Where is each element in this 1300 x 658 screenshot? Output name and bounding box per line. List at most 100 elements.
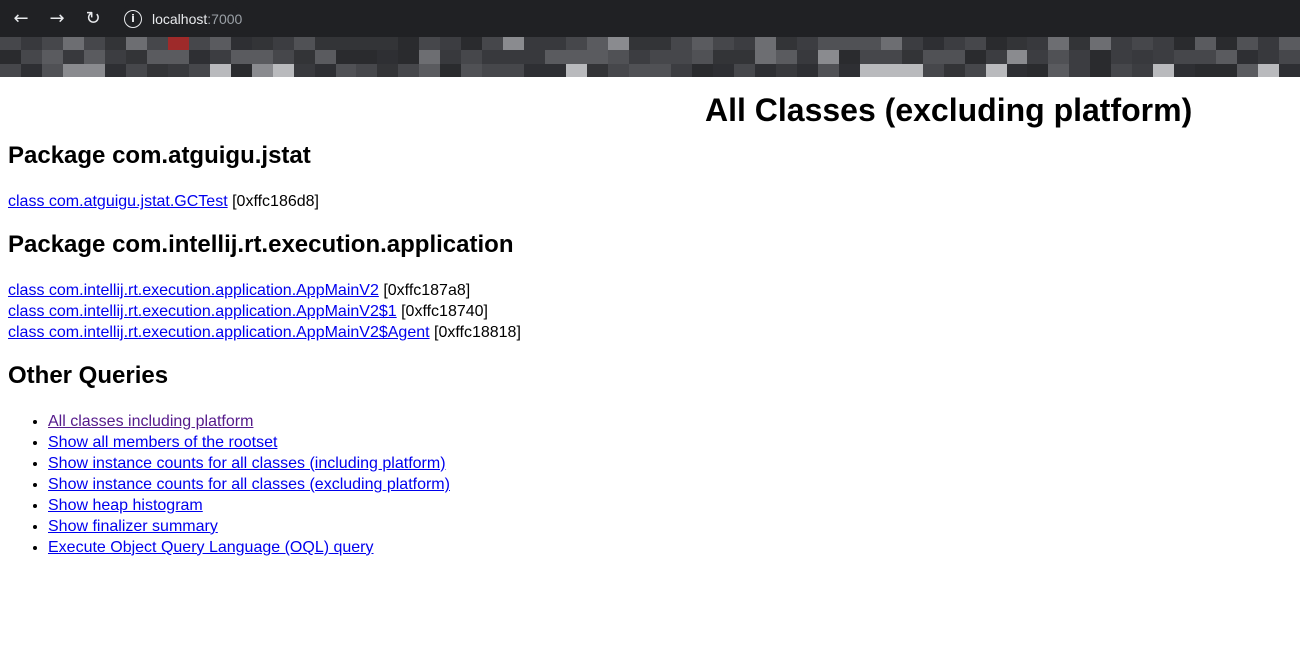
- bookmark-blur-block: [419, 37, 441, 77]
- bookmark-blur-block: [691, 37, 713, 77]
- class-link[interactable]: class com.intellij.rt.execution.applicat…: [8, 282, 379, 299]
- arrow-right-icon: →: [49, 8, 65, 29]
- back-button[interactable]: ←: [3, 0, 39, 37]
- bookmark-blur-block: [272, 37, 294, 77]
- bookmark-blur-block: [1237, 37, 1259, 77]
- bookmark-blur-block: [859, 37, 881, 77]
- class-address: [0xffc186d8]: [232, 193, 319, 211]
- bookmark-blur-block: [880, 37, 902, 77]
- bookmark-blur-block: [1153, 37, 1175, 77]
- query-link-rootset-members[interactable]: Show all members of the rootset: [48, 434, 277, 451]
- page-content: All Classes (excluding platform) Package…: [0, 91, 1300, 558]
- bookmark-blur-block: [314, 37, 336, 77]
- class-link[interactable]: class com.intellij.rt.execution.applicat…: [8, 303, 397, 320]
- bookmark-blur-block: [922, 37, 944, 77]
- url-port: :7000: [207, 10, 243, 27]
- bookmark-blur-block: [1258, 37, 1280, 77]
- query-link-instance-counts-including[interactable]: Show instance counts for all classes (in…: [48, 455, 446, 472]
- bookmark-blur-block: [524, 37, 546, 77]
- bookmark-blur-block: [1090, 37, 1112, 77]
- query-item: Show instance counts for all classes (in…: [48, 453, 1292, 474]
- reload-icon: ↻: [85, 8, 101, 29]
- browser-toolbar: ← → ↻ i localhost:7000: [0, 0, 1300, 37]
- bookmark-blur-block: [356, 37, 378, 77]
- bookmark-blur-block: [440, 37, 462, 77]
- query-link-all-classes-including-platform[interactable]: All classes including platform: [48, 413, 253, 430]
- bookmark-blur-block: [125, 37, 147, 77]
- page-title: All Classes (excluding platform): [705, 92, 1193, 128]
- bookmark-blur-block: [398, 37, 420, 77]
- class-link[interactable]: class com.atguigu.jstat.GCTest: [8, 193, 228, 210]
- bookmark-blur-block: [1006, 37, 1028, 77]
- bookmark-blur-block: [251, 37, 273, 77]
- bookmark-blur-block: [901, 37, 923, 77]
- class-link[interactable]: class com.intellij.rt.execution.applicat…: [8, 324, 430, 341]
- bookmark-blur-block: [733, 37, 755, 77]
- bookmark-blur-block: [41, 37, 63, 77]
- class-entry: class com.intellij.rt.execution.applicat…: [8, 322, 1292, 343]
- reload-button[interactable]: ↻: [75, 0, 111, 37]
- address-bar[interactable]: i localhost:7000: [120, 3, 243, 34]
- bookmark-blur-block: [167, 37, 189, 77]
- bookmark-blur-block: [629, 37, 651, 77]
- bookmark-blur-block: [796, 37, 818, 77]
- query-item: All classes including platform: [48, 411, 1292, 432]
- bookmark-blur-block: [461, 37, 483, 77]
- browser-chrome: ← → ↻ i localhost:7000: [0, 0, 1300, 77]
- bookmark-blur-block: [650, 37, 671, 77]
- bookmark-blur-block: [1069, 37, 1091, 77]
- forward-button[interactable]: →: [39, 0, 75, 37]
- bookmark-blur-block: [608, 37, 630, 77]
- bookmark-blur-block: [964, 37, 986, 77]
- bookmark-blur-block: [817, 37, 839, 77]
- bookmark-blur-block: [1132, 37, 1154, 77]
- bookmark-blur-block: [985, 37, 1007, 77]
- bookmark-blur-block: [146, 37, 168, 77]
- bookmark-blur-block: [62, 37, 84, 77]
- bookmark-blur-block: [0, 37, 21, 77]
- bookmark-blur-block: [503, 37, 525, 77]
- bookmark-blur-block: [104, 37, 126, 77]
- bookmark-blur-block: [775, 37, 797, 77]
- class-entry: class com.intellij.rt.execution.applicat…: [8, 280, 1292, 301]
- query-link-instance-counts-excluding[interactable]: Show instance counts for all classes (ex…: [48, 476, 450, 493]
- other-queries-list: All classes including platform Show all …: [8, 411, 1292, 558]
- bookmark-blur-block: [293, 37, 315, 77]
- class-entry: class com.atguigu.jstat.GCTest [0xffc186…: [8, 191, 1292, 212]
- package-heading: Package com.intellij.rt.execution.applic…: [8, 231, 514, 259]
- bookmark-blur-block: [377, 37, 399, 77]
- url-host: localhost: [152, 10, 208, 27]
- bookmark-blur-block: [83, 37, 105, 77]
- query-link-finalizer-summary[interactable]: Show finalizer summary: [48, 518, 218, 535]
- bookmark-blur-block: [209, 37, 231, 77]
- bookmark-blur-block: [1279, 37, 1300, 77]
- class-entry: class com.intellij.rt.execution.applicat…: [8, 301, 1292, 322]
- bookmark-blur-block: [566, 37, 588, 77]
- class-address: [0xffc18740]: [401, 302, 488, 320]
- bookmark-blur-block: [712, 37, 734, 77]
- bookmark-blur-block: [20, 37, 42, 77]
- other-queries-heading: Other Queries: [8, 361, 169, 389]
- bookmark-blur-block: [587, 37, 609, 77]
- package-class-list: class com.atguigu.jstat.GCTest [0xffc186…: [8, 191, 1292, 212]
- bookmark-blur-block: [1027, 37, 1049, 77]
- bookmarks-bar: [0, 37, 1300, 77]
- bookmark-blur-block: [1111, 37, 1133, 77]
- info-icon[interactable]: i: [124, 9, 142, 28]
- bookmark-blur-block: [482, 37, 504, 77]
- bookmark-blur-block: [838, 37, 860, 77]
- arrow-left-icon: ←: [13, 8, 29, 29]
- bookmark-blur-block: [335, 37, 357, 77]
- query-item: Execute Object Query Language (OQL) quer…: [48, 537, 1292, 558]
- bookmark-blur-block: [671, 37, 692, 77]
- bookmark-blur-block: [943, 37, 965, 77]
- bookmark-blur-block: [1048, 37, 1070, 77]
- query-link-oql[interactable]: Execute Object Query Language (OQL) quer…: [48, 539, 374, 556]
- package-class-list: class com.intellij.rt.execution.applicat…: [8, 280, 1292, 343]
- query-item: Show instance counts for all classes (ex…: [48, 474, 1292, 495]
- query-link-heap-histogram[interactable]: Show heap histogram: [48, 497, 203, 514]
- class-address: [0xffc187a8]: [383, 281, 471, 299]
- class-address: [0xffc18818]: [434, 323, 521, 341]
- query-item: Show finalizer summary: [48, 516, 1292, 537]
- bookmark-blur-block: [754, 37, 776, 77]
